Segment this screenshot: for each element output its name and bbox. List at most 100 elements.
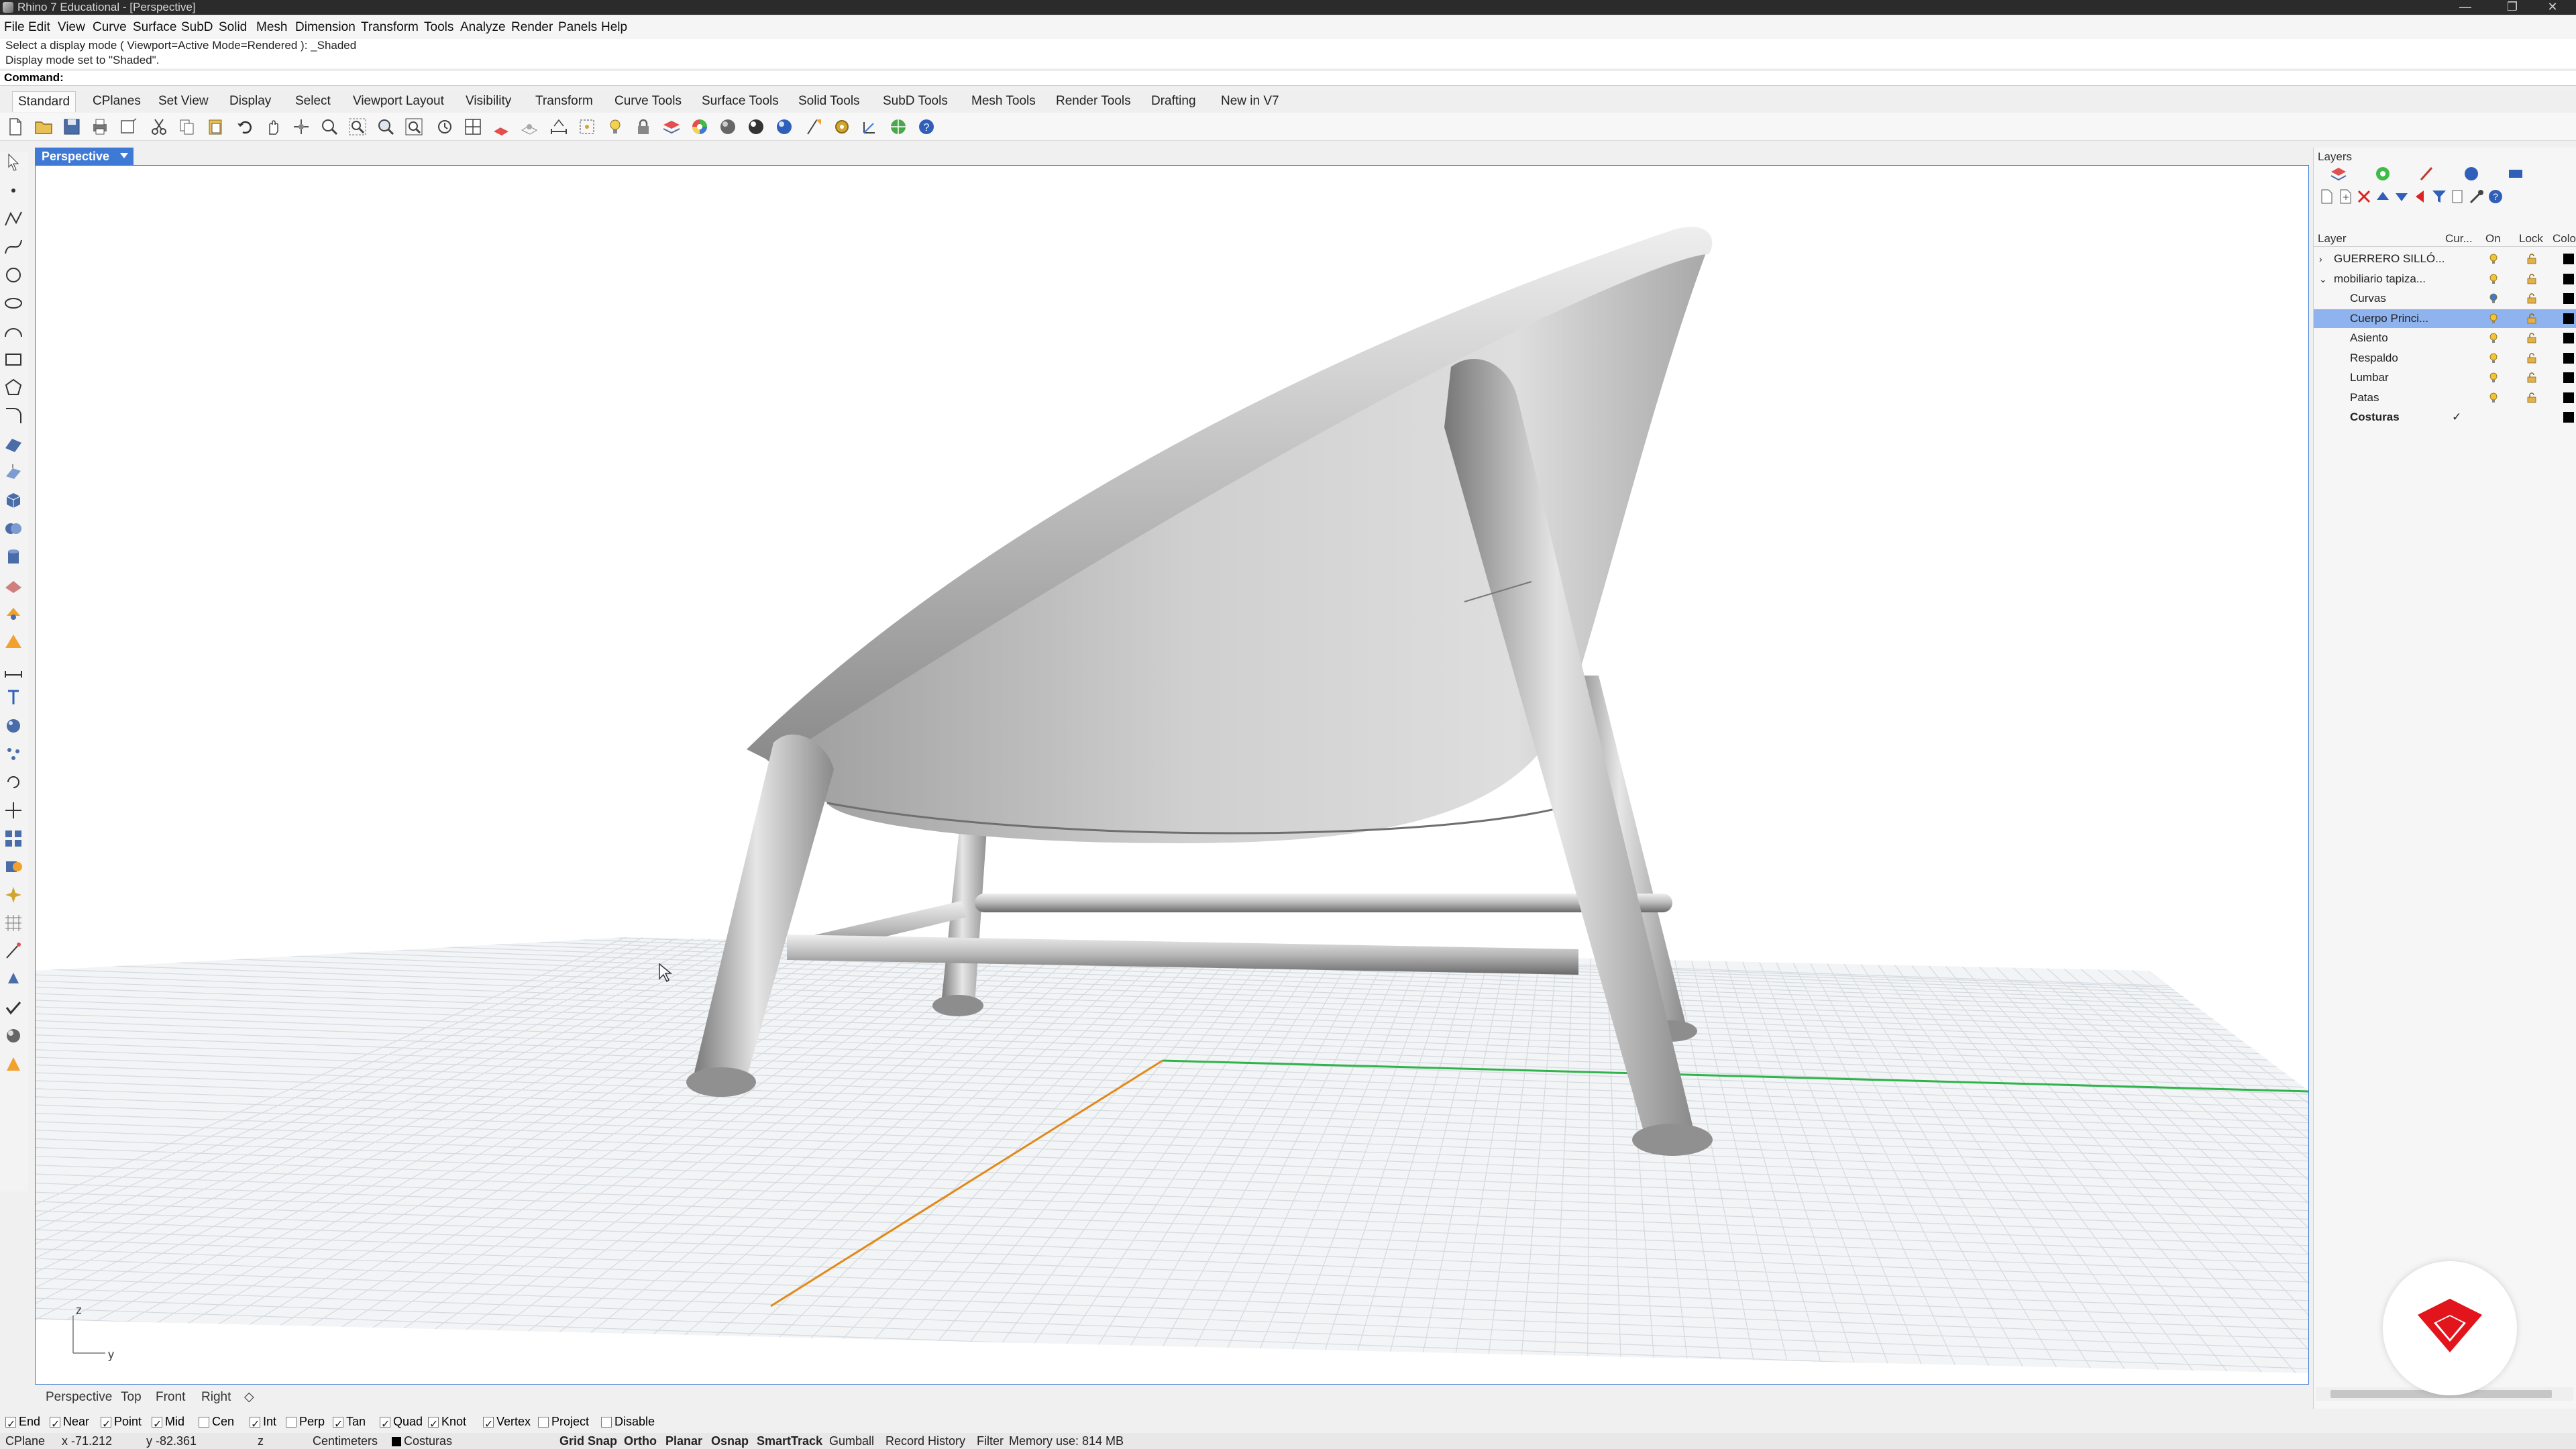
layer-on-bulb-icon[interactable] [2489,333,2498,343]
osnap-cen[interactable]: Cen [199,1411,234,1432]
render-icon[interactable] [774,117,794,137]
chevron-down-icon[interactable] [120,153,129,158]
layer-row[interactable]: › GUERRERO SILLÓ... [2314,250,2576,268]
check-tool-icon[interactable] [3,997,24,1018]
layer-lock-icon[interactable] [2527,313,2536,324]
boolean-tool-icon[interactable] [3,856,24,877]
print-icon[interactable] [90,117,110,137]
osnap-vertex[interactable]: Vertex [483,1411,531,1435]
header-layer[interactable]: Layer [2318,232,2347,246]
layer-lock-icon[interactable] [2527,293,2536,304]
osnap-project[interactable]: Project [538,1411,589,1432]
close-button[interactable]: ✕ [2529,0,2576,15]
tab-display[interactable]: Display [229,91,271,111]
materials-tab-icon[interactable] [2418,165,2436,182]
layer-name[interactable]: Cuerpo Princi... [2350,309,2428,328]
menu-dimension[interactable]: Dimension [295,16,356,39]
move-layer-down-icon[interactable] [2393,188,2410,205]
options-gear-icon[interactable] [832,117,852,137]
osnap-checkbox[interactable] [5,1415,16,1435]
tab-surface-tools[interactable]: Surface Tools [702,91,779,111]
layer-lock-icon[interactable] [2527,333,2536,343]
tab-transform[interactable]: Transform [535,91,593,111]
move-tool-icon[interactable] [3,800,24,821]
status-cplane[interactable]: CPlane [5,1433,45,1449]
mesh-icon[interactable] [3,574,24,596]
polyline-icon[interactable] [3,208,24,229]
status-osnap[interactable]: Osnap [711,1433,749,1449]
layer-on-bulb-icon[interactable] [2489,254,2498,264]
layer-name[interactable]: mobiliario tapiza... [2334,270,2426,288]
viewport-properties-icon[interactable] [118,117,138,137]
header-color[interactable]: Colo [2553,232,2576,246]
osnap-quad[interactable]: Quad [380,1411,423,1435]
layer-tools-icon[interactable] [2449,188,2467,205]
sphere-tool-icon[interactable] [3,715,24,737]
osnap-checkbox[interactable] [538,1417,549,1428]
layer-row[interactable]: Patas [2314,388,2576,407]
menu-panels[interactable]: Panels [558,16,597,39]
select-arrow-icon[interactable] [3,152,24,173]
new-sublayer-icon[interactable] [2337,188,2354,205]
select-lasso-icon[interactable] [577,117,597,137]
zoom-window-icon[interactable] [347,117,368,137]
tab-curve-tools[interactable]: Curve Tools [614,91,682,111]
zoom-dynamic-icon[interactable] [319,117,339,137]
cut-icon[interactable] [149,117,169,137]
layer-help-icon[interactable]: ? [2487,188,2504,205]
layer-color-swatch[interactable] [2563,412,2574,423]
color-wheel-icon[interactable] [690,117,710,137]
render-tool-icon[interactable] [3,1025,24,1046]
osnap-checkbox[interactable] [101,1415,111,1435]
osnap-checkbox[interactable] [333,1415,343,1435]
layer-row[interactable]: Asiento [2314,329,2576,347]
osnap-tan[interactable]: Tan [333,1411,366,1435]
open-file-icon[interactable] [34,117,54,137]
tab-right[interactable]: Right [201,1387,231,1407]
move-layer-up-icon[interactable] [2374,188,2392,205]
osnap-checkbox[interactable] [483,1415,494,1435]
status-grid-snap[interactable]: Grid Snap [559,1433,617,1449]
point-cloud-icon[interactable] [3,743,24,765]
plugin-globe-icon[interactable] [888,117,908,137]
osnap-checkbox[interactable] [250,1415,260,1435]
layer-name[interactable]: Asiento [2350,329,2388,347]
tab-perspective[interactable]: Perspective [46,1387,112,1407]
layer-on-bulb-icon[interactable] [2489,392,2498,403]
menu-subd[interactable]: SubD [181,16,213,39]
layer-color-swatch[interactable] [2563,372,2574,383]
grid-tool-icon[interactable] [3,912,24,934]
layer-name[interactable]: Respaldo [2350,349,2398,368]
box-icon[interactable] [3,490,24,511]
perspective-viewport[interactable]: z y [35,165,2309,1385]
layer-name[interactable]: Lumbar [2350,368,2389,387]
circle-icon[interactable] [3,264,24,286]
point-icon[interactable] [3,180,24,201]
render-mesh-icon[interactable] [3,631,24,652]
dimension-icon[interactable] [549,117,569,137]
header-current[interactable]: Cur... [2445,232,2473,246]
tab-viewport-layout[interactable]: Viewport Layout [353,91,444,111]
polygon-icon[interactable] [3,377,24,398]
tab-top[interactable]: Top [121,1387,142,1407]
grid-snap-icon[interactable] [519,117,539,137]
status-smarttrack[interactable]: SmartTrack [757,1433,822,1449]
layer-name[interactable]: GUERRERO SILLÓ... [2334,250,2445,268]
fillet-curve-icon[interactable] [3,405,24,427]
menu-transform[interactable]: Transform [361,16,419,39]
paint-tool-icon[interactable] [3,1053,24,1075]
undo-view-icon[interactable] [435,117,455,137]
osnap-checkbox[interactable] [152,1415,162,1435]
command-input[interactable] [67,72,2549,84]
menu-view[interactable]: View [58,16,85,39]
layer-tab-icon[interactable] [2330,165,2347,182]
gumball-icon[interactable] [860,117,880,137]
status-filter[interactable]: Filter [977,1433,1004,1449]
layer-color-swatch[interactable] [2563,254,2574,264]
add-viewport-icon[interactable]: ◇ [244,1387,254,1407]
subd-icon[interactable] [3,602,24,624]
status-record-history[interactable]: Record History [885,1433,965,1449]
current-layer-check-icon[interactable]: ✓ [2452,408,2461,427]
solid-union-icon[interactable] [3,518,24,539]
layer-settings-icon[interactable] [2468,188,2485,205]
